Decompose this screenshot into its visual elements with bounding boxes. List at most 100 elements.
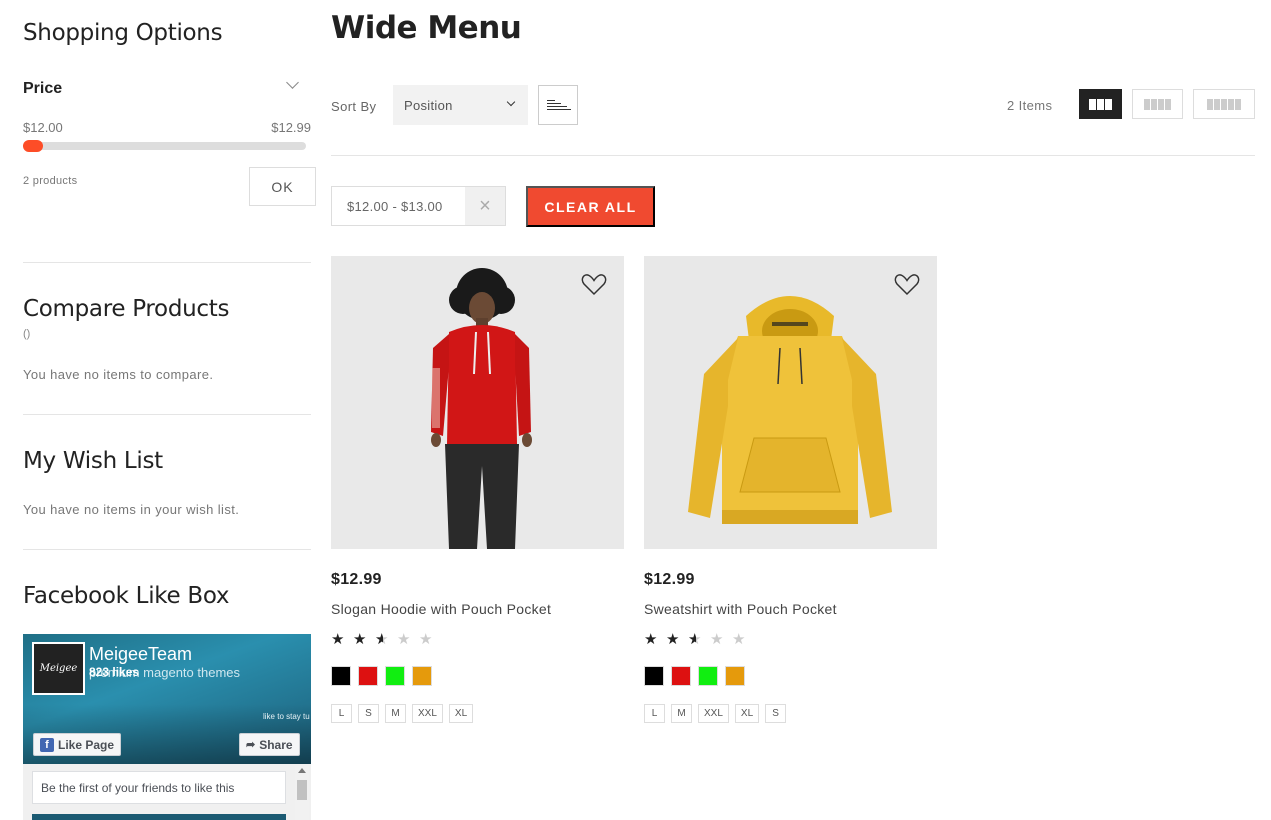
- star-full-icon: ★: [644, 631, 658, 648]
- size-option[interactable]: L: [644, 704, 665, 723]
- size-option[interactable]: S: [765, 704, 787, 723]
- facebook-scrollbar[interactable]: [295, 766, 309, 820]
- price-filter-label: Price: [23, 80, 63, 97]
- wishlist-title: My Wish List: [23, 448, 163, 474]
- active-filter-chip: $12.00 - $13.00 ×: [331, 186, 506, 226]
- size-option[interactable]: XL: [448, 704, 474, 723]
- products-found-count: 2 products: [23, 175, 78, 187]
- facebook-share-button[interactable]: ➦ Share: [239, 733, 300, 756]
- grid-5-icon: [1221, 98, 1227, 110]
- product-image[interactable]: [644, 256, 937, 549]
- star-empty-icon: ★: [732, 631, 746, 648]
- compare-count: (): [23, 328, 31, 340]
- sort-descending-icon-bar: [547, 106, 567, 107]
- sort-by-label: Sort By: [331, 99, 377, 114]
- heart-icon[interactable]: [581, 274, 607, 296]
- color-swatch-red[interactable]: [358, 666, 378, 686]
- star-empty-icon: ★: [419, 631, 433, 648]
- product-rating: ★ ★ ★ ★ ★: [331, 631, 435, 649]
- grid-5-icon: [1235, 98, 1241, 110]
- size-option[interactable]: XXL: [412, 704, 443, 723]
- grid-4-icon: [1165, 98, 1171, 110]
- color-swatch-green[interactable]: [385, 666, 405, 686]
- divider: [23, 414, 311, 415]
- shopping-options-title: Shopping Options: [23, 20, 223, 46]
- grid-3-icon: [1105, 98, 1112, 110]
- price-ok-button[interactable]: OK: [249, 167, 316, 206]
- toolbar-divider: [331, 155, 1255, 156]
- size-option[interactable]: S: [358, 704, 379, 723]
- grid-4-columns-button[interactable]: [1132, 89, 1183, 119]
- sort-select-value: Position: [404, 98, 453, 113]
- size-option[interactable]: M: [671, 704, 692, 723]
- product-rating: ★ ★ ★ ★ ★: [644, 631, 748, 649]
- active-filter-label: $12.00 - $13.00: [347, 198, 443, 214]
- color-swatch-black[interactable]: [644, 666, 664, 686]
- product-price: $12.99: [644, 571, 695, 588]
- scroll-thumb[interactable]: [297, 780, 307, 800]
- facebook-like-box-title: Facebook Like Box: [23, 583, 230, 609]
- clear-all-button[interactable]: CLEAR ALL: [526, 186, 655, 227]
- facebook-like-page-button[interactable]: f Like Page: [33, 733, 122, 756]
- color-swatch-orange[interactable]: [725, 666, 745, 686]
- size-option[interactable]: XL: [734, 704, 760, 723]
- grid-5-columns-button[interactable]: [1193, 89, 1255, 119]
- price-range-labels: $12.00 $12.99: [23, 120, 311, 135]
- items-count: 2 Items: [1007, 98, 1053, 113]
- sort-select[interactable]: Position: [393, 85, 528, 125]
- star-empty-icon: ★: [397, 631, 411, 648]
- facebook-post-preview: [32, 814, 286, 820]
- facebook-icon: f: [40, 737, 54, 752]
- share-icon: ➦: [246, 739, 256, 751]
- close-icon[interactable]: ×: [465, 187, 505, 225]
- sort-direction-button[interactable]: [538, 85, 578, 125]
- size-option[interactable]: M: [385, 704, 406, 723]
- grid-4-icon: [1144, 98, 1150, 110]
- star-half-icon: ★: [688, 632, 704, 649]
- compare-empty-message: You have no items to compare.: [23, 367, 214, 382]
- color-swatches: [644, 666, 745, 686]
- price-slider[interactable]: [23, 140, 306, 152]
- facebook-friends-text: Be the first of your friends to like thi…: [32, 771, 286, 804]
- product-name-link[interactable]: Sweatshirt with Pouch Pocket: [644, 601, 837, 617]
- sort-descending-icon-bar: [547, 103, 561, 104]
- grid-3-icon: [1089, 98, 1096, 110]
- grid-5-icon: [1207, 98, 1213, 110]
- product-card: $12.99 Sweatshirt with Pouch Pocket ★ ★ …: [644, 256, 937, 723]
- product-photo-yellow-sweatshirt: [644, 256, 937, 549]
- heart-icon[interactable]: [894, 274, 920, 296]
- price-min: $12.00: [23, 120, 63, 135]
- star-full-icon: ★: [353, 631, 367, 648]
- price-slider-handle[interactable]: [23, 140, 43, 152]
- color-swatch-green[interactable]: [698, 666, 718, 686]
- divider: [23, 262, 311, 263]
- price-filter-toggle[interactable]: Price: [23, 76, 311, 98]
- product-photo-red-hoodie: [331, 256, 624, 549]
- facebook-page-name[interactable]: MeigeeTeam: [89, 644, 192, 665]
- grid-5-icon: [1214, 98, 1220, 110]
- sort-descending-icon-bar: [547, 100, 555, 101]
- grid-3-columns-button[interactable]: [1079, 89, 1122, 119]
- grid-3-icon: [1097, 98, 1104, 110]
- product-image[interactable]: [331, 256, 624, 549]
- chevron-down-icon: [506, 97, 516, 107]
- color-swatches: [331, 666, 432, 686]
- facebook-logo-text: Meigee: [39, 663, 78, 674]
- color-swatch-black[interactable]: [331, 666, 351, 686]
- color-swatch-red[interactable]: [671, 666, 691, 686]
- color-swatch-orange[interactable]: [412, 666, 432, 686]
- size-options: L M XXL XL S: [644, 704, 787, 723]
- product-price: $12.99: [331, 571, 382, 588]
- price-max: $12.99: [271, 120, 311, 135]
- grid-4-icon: [1158, 98, 1164, 110]
- page-title: Wide Menu: [331, 10, 522, 46]
- compare-products-title: Compare Products: [23, 296, 230, 322]
- size-option[interactable]: L: [331, 704, 352, 723]
- star-empty-icon: ★: [710, 631, 724, 648]
- size-option[interactable]: XXL: [698, 704, 729, 723]
- scroll-up-icon[interactable]: [298, 768, 306, 773]
- product-name-link[interactable]: Slogan Hoodie with Pouch Pocket: [331, 601, 551, 617]
- sort-descending-icon-bar: [547, 109, 571, 110]
- product-card: $12.99 Slogan Hoodie with Pouch Pocket ★…: [331, 256, 624, 723]
- facebook-page-logo[interactable]: Meigee: [32, 642, 85, 695]
